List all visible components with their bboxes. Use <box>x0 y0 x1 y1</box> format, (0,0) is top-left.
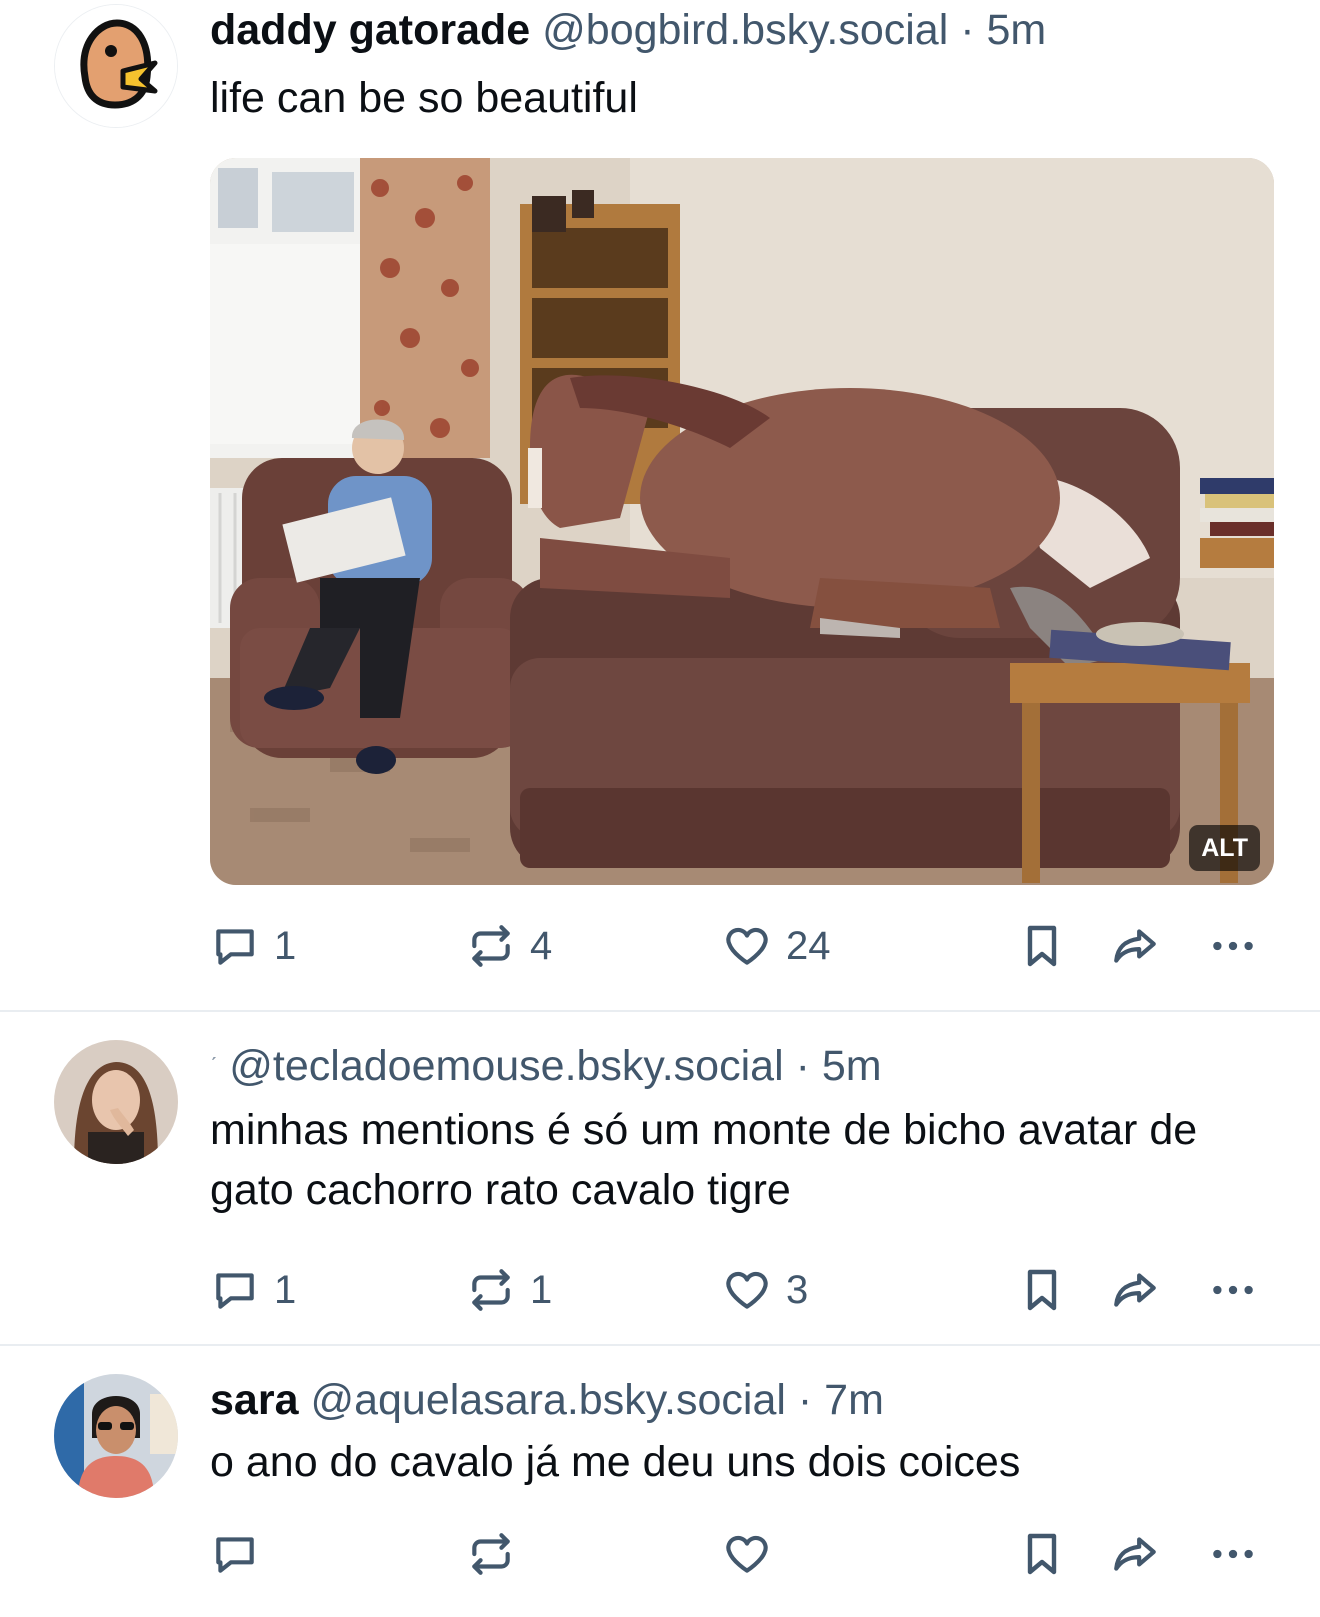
display-name-fragment: ˊ <box>210 1053 218 1078</box>
timestamp[interactable]: 7m <box>824 1376 884 1424</box>
bookmark-icon <box>1027 1269 1057 1311</box>
person-photo-avatar <box>54 1040 178 1164</box>
heart-icon <box>726 927 768 965</box>
post-header: daddy gatorade @bogbird.bsky.social · 5m <box>210 4 1280 56</box>
avatar-bogbird[interactable] <box>54 4 178 128</box>
bookmark-icon <box>1027 1533 1057 1575</box>
living-room-photo <box>210 158 1274 885</box>
bookmark-icon <box>1027 925 1057 967</box>
bookmark-button[interactable] <box>1018 1524 1066 1584</box>
more-options-button[interactable] <box>1208 916 1258 976</box>
repost-count: 4 <box>530 923 553 968</box>
repost-arrows-icon <box>472 1533 510 1575</box>
more-options-button[interactable] <box>1208 1524 1258 1584</box>
avatar-aquelasara[interactable] <box>54 1374 178 1498</box>
timestamp[interactable]: 5m <box>822 1042 882 1090</box>
post-text: minhas mentions é só um monte de bicho a… <box>210 1106 1198 1214</box>
post-feed: daddy gatorade @bogbird.bsky.social · 5m… <box>0 0 1320 1617</box>
repost-button[interactable]: 1 <box>466 1260 552 1320</box>
reply-button[interactable]: 1 <box>210 1260 296 1320</box>
share-arrow-icon <box>1114 1273 1156 1307</box>
handle[interactable]: @aquelasara.bsky.social <box>310 1376 785 1424</box>
post-aquelasara[interactable]: sara @aquelasara.bsky.social · 7m o ano … <box>0 1346 1320 1617</box>
repost-count: 1 <box>530 1267 553 1312</box>
repost-arrows-icon <box>472 925 510 967</box>
handle[interactable]: @tecladoemouse.bsky.social <box>229 1042 783 1090</box>
like-button[interactable]: 24 <box>722 916 831 976</box>
more-options-button[interactable] <box>1208 1260 1258 1320</box>
display-name[interactable]: sara <box>210 1376 298 1424</box>
post-tecladoemouse[interactable]: ˊ @tecladoemouse.bsky.social · 5m minhas… <box>0 1012 1320 1344</box>
ellipsis-icon <box>1213 1285 1253 1295</box>
heart-icon <box>726 1535 768 1573</box>
post-actions: 1 1 3 <box>210 1260 1320 1320</box>
bookmark-button[interactable] <box>1018 916 1066 976</box>
speech-bubble-icon <box>216 1273 254 1309</box>
post-image[interactable]: ALT <box>210 158 1274 885</box>
alt-text-badge[interactable]: ALT <box>1189 825 1260 871</box>
speech-bubble-icon <box>216 1537 254 1573</box>
like-button[interactable] <box>722 1524 772 1584</box>
post-actions <box>210 1524 1320 1584</box>
reply-count: 1 <box>274 1267 297 1312</box>
share-arrow-icon <box>1114 929 1156 963</box>
share-button[interactable] <box>1108 1524 1162 1584</box>
share-button[interactable] <box>1108 1260 1162 1320</box>
separator-dot: · <box>960 6 975 54</box>
speech-bubble-icon <box>216 929 254 965</box>
post-actions: 1 4 24 <box>210 916 1320 976</box>
post-header: ˊ @tecladoemouse.bsky.social · 5m <box>210 1040 1280 1092</box>
like-count: 3 <box>786 1267 809 1312</box>
reply-button[interactable] <box>210 1524 260 1584</box>
repost-arrows-icon <box>472 1269 510 1311</box>
display-name[interactable]: daddy gatorade <box>210 6 530 54</box>
heart-icon <box>726 1271 768 1309</box>
share-button[interactable] <box>1108 916 1162 976</box>
like-button[interactable]: 3 <box>722 1260 808 1320</box>
ellipsis-icon <box>1213 941 1253 951</box>
repost-button[interactable] <box>466 1524 516 1584</box>
timestamp[interactable]: 5m <box>987 6 1047 54</box>
handle[interactable]: @bogbird.bsky.social <box>542 6 948 54</box>
post-text: life can be so beautiful <box>210 74 638 122</box>
person-photo-avatar <box>54 1374 178 1498</box>
bookmark-button[interactable] <box>1018 1260 1066 1320</box>
like-count: 24 <box>786 923 831 968</box>
ellipsis-icon <box>1213 1549 1253 1559</box>
bird-avatar-icon <box>55 5 177 127</box>
share-arrow-icon <box>1114 1537 1156 1571</box>
avatar-tecladoemouse[interactable] <box>54 1040 178 1164</box>
reply-count: 1 <box>274 923 297 968</box>
post-header: sara @aquelasara.bsky.social · 7m <box>210 1374 1280 1426</box>
post-daddy-gatorade[interactable]: daddy gatorade @bogbird.bsky.social · 5m… <box>0 0 1320 1010</box>
reply-button[interactable]: 1 <box>210 916 296 976</box>
post-text: o ano do cavalo já me deu uns dois coice… <box>210 1438 1021 1486</box>
repost-button[interactable]: 4 <box>466 916 552 976</box>
separator-dot: · <box>797 1376 813 1424</box>
separator-dot: · <box>795 1042 810 1090</box>
